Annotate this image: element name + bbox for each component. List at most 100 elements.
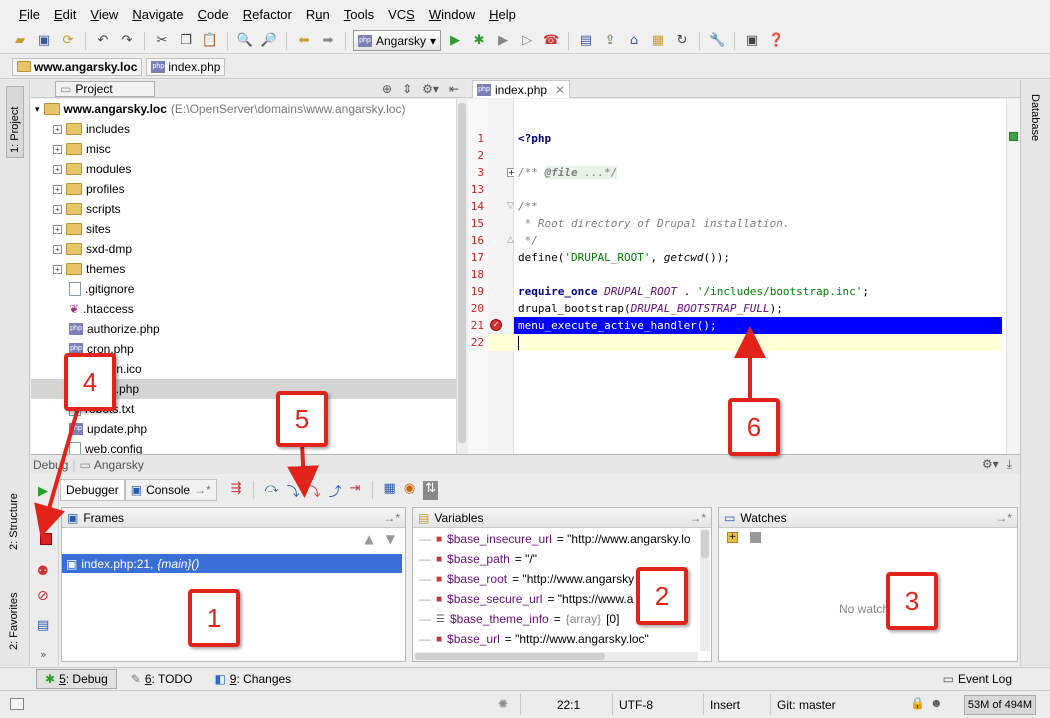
lock-icon[interactable]: 🔒 (910, 696, 925, 710)
deploy-icon[interactable]: ▤ (576, 31, 596, 51)
favorites-tool-tab[interactable]: 2: Favorites (6, 574, 22, 654)
minimize-icon[interactable]: ⤓ (1007, 457, 1012, 472)
variable-row[interactable]: — ■ $base_secure_url = "https://www.a (419, 589, 633, 609)
stop-icon[interactable] (40, 533, 52, 545)
cut-icon[interactable]: ✂ (152, 31, 172, 51)
pin-icon[interactable]: →* (383, 511, 400, 525)
run-icon[interactable]: ▶ (445, 31, 465, 51)
menu-run[interactable]: Run (299, 7, 337, 22)
pin-icon[interactable]: →* (995, 511, 1012, 525)
tree-folder[interactable]: + themes (53, 259, 125, 279)
tree-folder[interactable]: + includes (53, 119, 130, 139)
tree-folder[interactable]: + profiles (53, 179, 125, 199)
encoding[interactable]: UTF-8 (612, 694, 702, 715)
expand-icon[interactable]: + (53, 124, 62, 134)
menu-edit[interactable]: Edit (47, 7, 83, 22)
help-icon[interactable]: ❓ (766, 31, 786, 51)
open-folder-icon[interactable]: ▰ (10, 31, 30, 51)
code-line[interactable] (514, 181, 1002, 198)
gear-icon[interactable]: ⚙▾ (982, 457, 999, 472)
view-breakpoints-icon[interactable]: ⚉ (37, 564, 49, 579)
variables-hscroll[interactable] (414, 652, 698, 661)
menu-view[interactable]: View (83, 7, 125, 22)
close-icon[interactable]: ✕ (555, 83, 565, 97)
code-line[interactable] (514, 334, 1002, 351)
tab-debugger[interactable]: Debugger (60, 479, 125, 501)
menu-window[interactable]: Window (422, 7, 482, 22)
breakpoint-icon[interactable]: ✓ (490, 319, 502, 331)
debug-icon[interactable]: ✱ (469, 31, 489, 51)
frame-up-icon[interactable]: ▲ (365, 532, 374, 546)
watch-icon[interactable]: ◉ (404, 481, 415, 500)
coverage-icon[interactable]: ▶ (493, 31, 513, 51)
expand-icon[interactable]: + (53, 184, 62, 194)
tasks-icon[interactable]: ▣ (742, 31, 762, 51)
tree-file[interactable]: web.config (69, 439, 142, 454)
code-line[interactable]: * Root directory of Drupal installation. (514, 215, 1002, 232)
caret-position[interactable]: 22:1 (520, 694, 610, 715)
tab-debug[interactable]: ✱ 5: Debug (36, 668, 117, 689)
step-over-icon[interactable]: ⤼ (265, 481, 279, 500)
replace-icon[interactable]: 🔎 (259, 31, 279, 51)
code-line[interactable] (514, 266, 1002, 283)
tree-folder[interactable]: + sxd-dmp (53, 239, 132, 259)
show-execution-point-icon[interactable]: ⇶ (231, 481, 242, 500)
variables-vscroll[interactable] (700, 529, 710, 651)
evaluate-expression-icon[interactable]: ▦ (384, 481, 396, 500)
tree-file[interactable]: .gitignore (69, 279, 134, 299)
tree-folder[interactable]: + scripts (53, 199, 121, 219)
menu-vcs[interactable]: VCS (381, 7, 422, 22)
menu-help[interactable]: Help (482, 7, 523, 22)
back-icon[interactable]: ⬅ (294, 31, 314, 51)
inspector-icon[interactable]: ☻ (930, 696, 943, 710)
run-to-cursor-icon[interactable]: ⇥ (350, 481, 361, 500)
tree-folder[interactable]: + sites (53, 219, 111, 239)
tree-file[interactable]: ❦ .htaccess (69, 299, 134, 319)
locate-icon[interactable]: ⊕ (382, 82, 392, 96)
fold-icon[interactable]: ▽ (507, 201, 514, 211)
tree-file[interactable]: php authorize.php (69, 319, 160, 339)
event-log-button[interactable]: ▭ Event Log (935, 670, 1020, 688)
editor-gutter[interactable]: + ▽ △ ✓ (488, 99, 516, 454)
history-icon[interactable]: ↻ (672, 31, 692, 51)
code-line[interactable]: */ (514, 232, 1002, 249)
mute-breakpoints-icon[interactable]: ⊘ (37, 588, 49, 604)
breadcrumb-project[interactable]: www.angarsky.loc (12, 57, 143, 76)
fold-icon[interactable]: △ (507, 235, 514, 245)
add-watch-icon[interactable]: + (727, 532, 738, 543)
upload-icon[interactable]: ⇪ (600, 31, 620, 51)
code-line[interactable]: define('DRUPAL_ROOT', getcwd()); (514, 249, 1002, 266)
remote-host-icon[interactable]: ⌂ (624, 31, 644, 51)
vcs-branch[interactable]: Git: master (770, 694, 900, 715)
tree-file[interactable]: php update.php (69, 419, 147, 439)
database-tool-tab[interactable]: Database (1027, 90, 1043, 145)
expand-icon[interactable]: + (53, 164, 62, 174)
gear-icon[interactable]: ⚙▾ (422, 82, 439, 96)
code-line[interactable]: /** @file ...*/ (514, 164, 1002, 181)
sync-icon[interactable]: ⟳ (58, 31, 78, 51)
variable-row[interactable]: — ■ $base_url = "http://www.angarsky.loc" (419, 629, 649, 649)
profile-icon[interactable]: ▷ (517, 31, 537, 51)
memory-indicator[interactable]: 53M of 494M (964, 695, 1036, 715)
code-line[interactable]: <?php (514, 130, 1002, 147)
run-config-select[interactable]: php Angarsky ▾ (353, 30, 442, 51)
toggle-tool-windows-icon[interactable] (10, 698, 24, 710)
sort-icon[interactable]: ⇅ (423, 480, 439, 500)
tab-console[interactable]: ▣ Console →* (124, 479, 217, 501)
code-line[interactable]: menu_execute_active_handler(); (514, 317, 1002, 334)
variable-row[interactable]: — ■ $base_root = "http://www.angarsky (419, 569, 634, 589)
editor-tab-index[interactable]: php index.php ✕ (472, 80, 570, 98)
settings-icon[interactable]: 🔧 (707, 31, 727, 51)
force-step-into-icon[interactable]: ⤵ (308, 481, 321, 500)
menu-tools[interactable]: Tools (337, 7, 381, 22)
browse-icon[interactable]: ▦ (648, 31, 668, 51)
remove-watch-icon[interactable] (750, 532, 761, 543)
find-icon[interactable]: 🔍 (235, 31, 255, 51)
expand-icon[interactable]: + (53, 244, 62, 254)
copy-icon[interactable]: ❐ (176, 31, 196, 51)
code-line[interactable] (514, 147, 1002, 164)
paste-icon[interactable]: 📋 (200, 31, 220, 51)
variable-row[interactable]: — ☰ $base_theme_info = {array} [0] (419, 609, 619, 629)
collapse-icon[interactable]: ⇕ (402, 82, 412, 96)
step-out-icon[interactable]: ⤴ (329, 481, 342, 500)
